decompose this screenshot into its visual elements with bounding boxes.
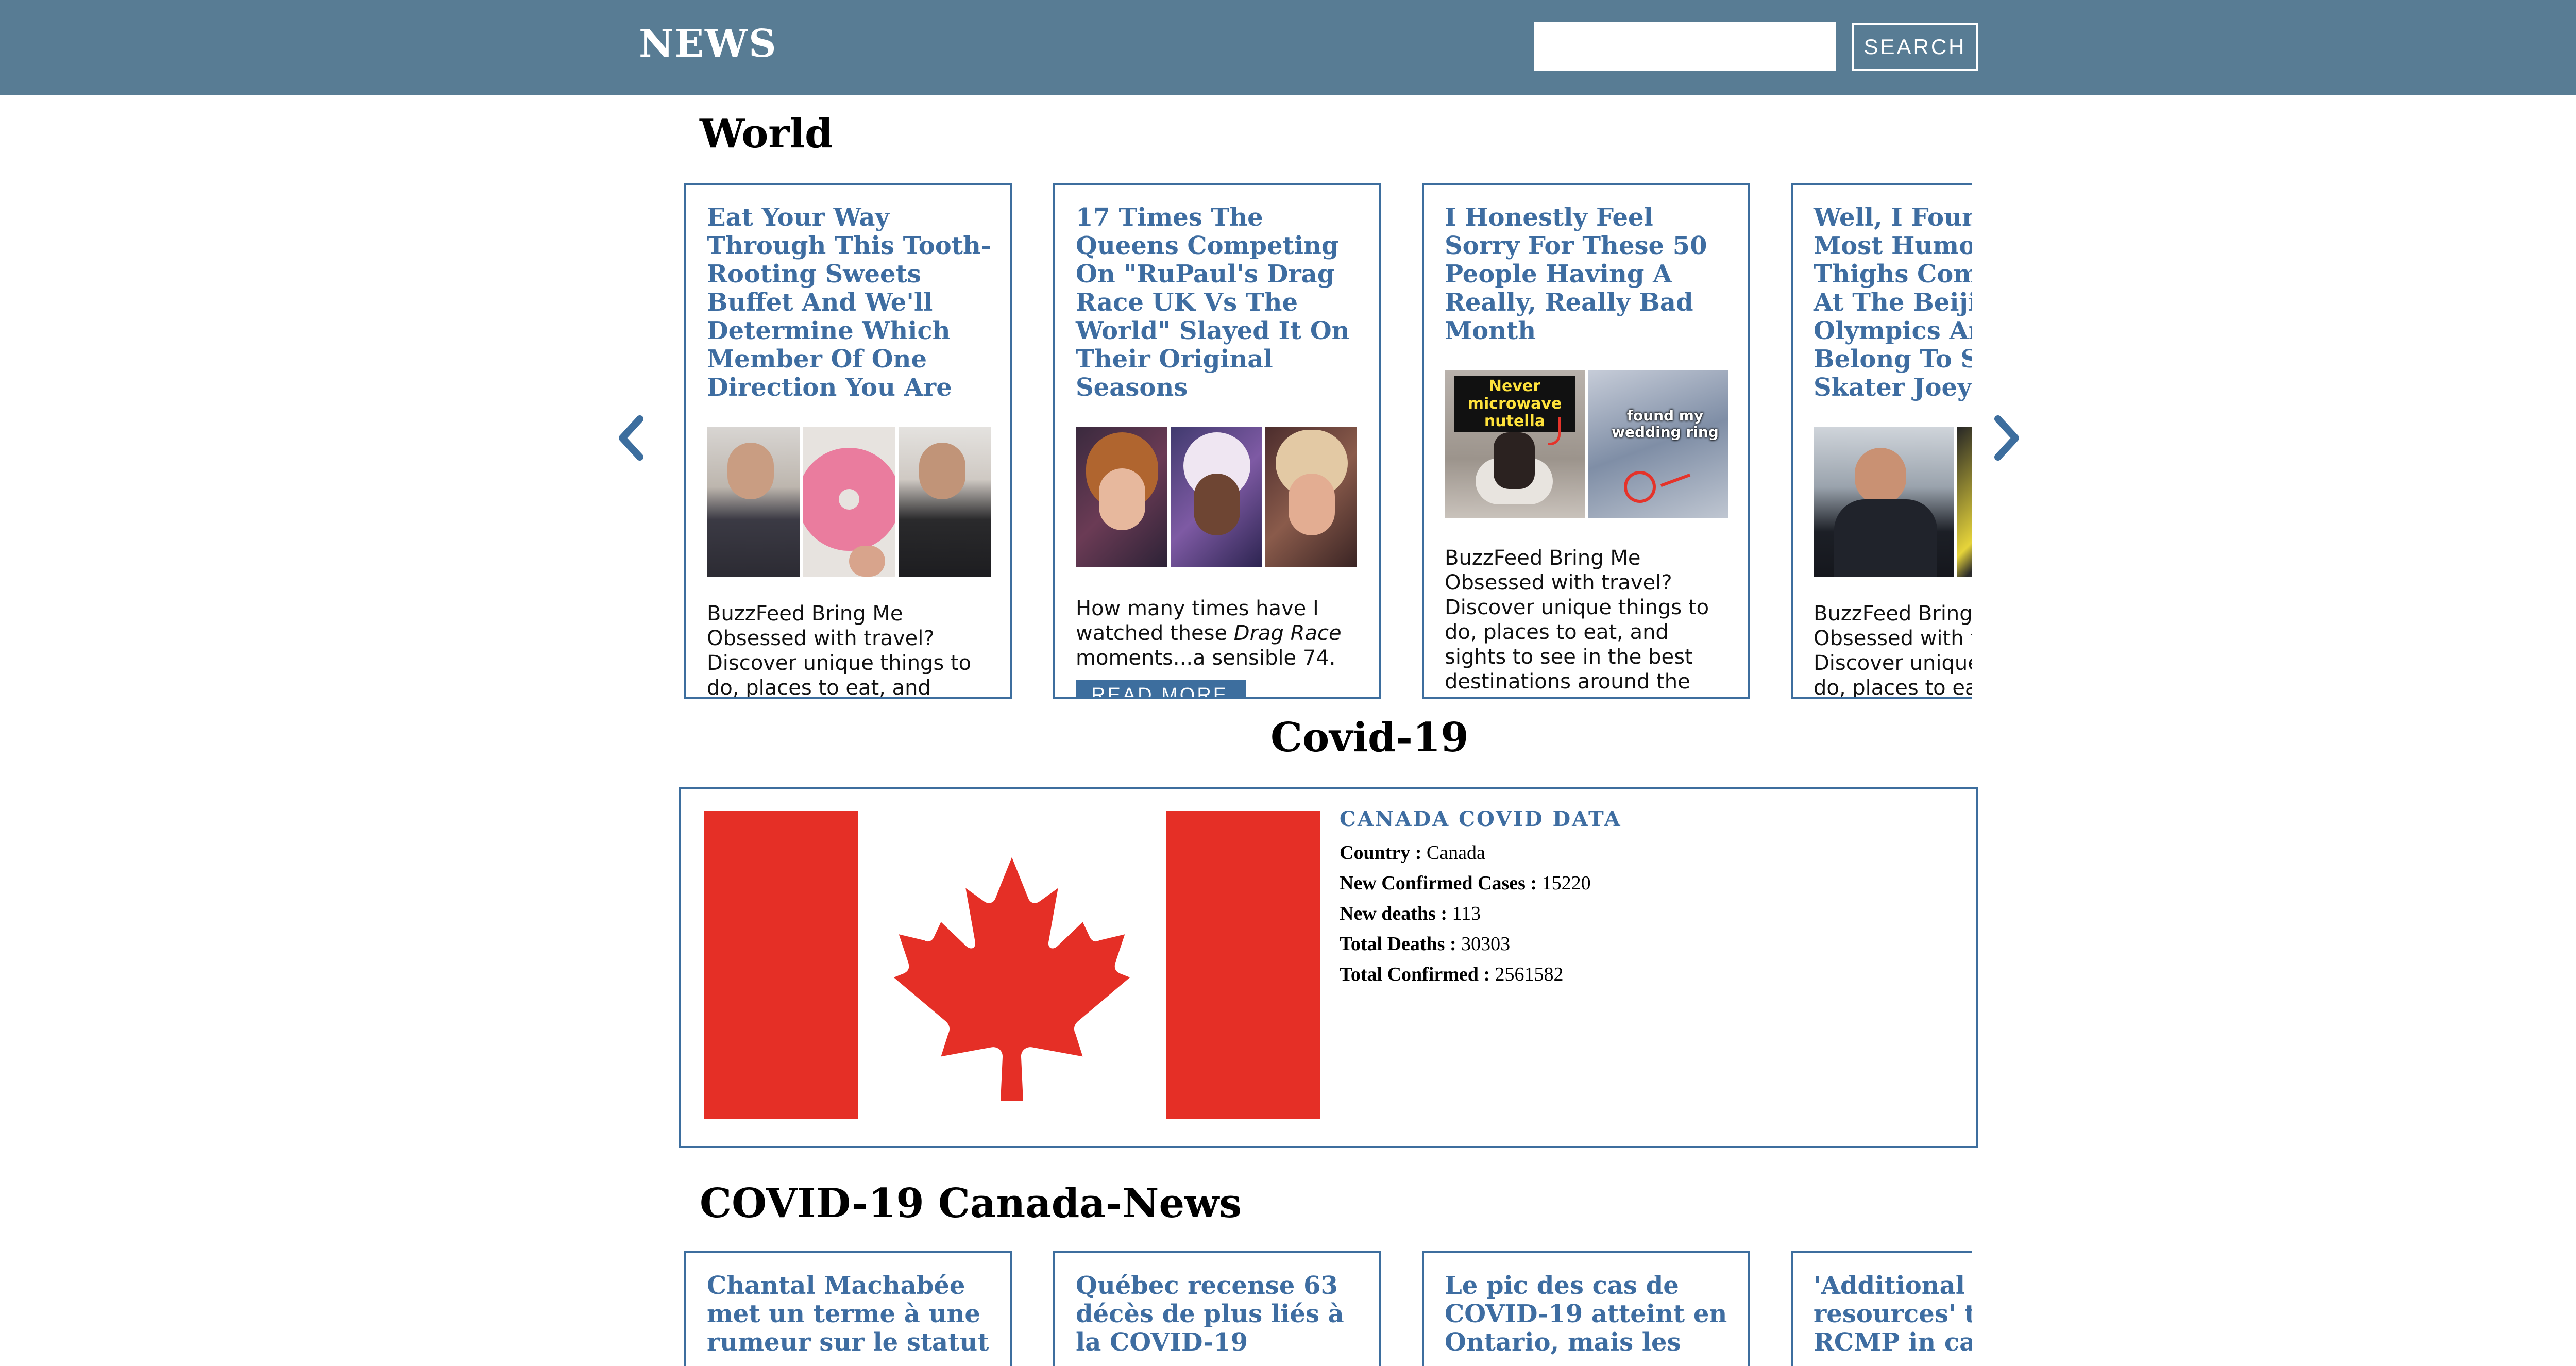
photo-drag-queen-2	[1171, 427, 1262, 567]
covid-row-country: Country : Canada	[1340, 842, 1485, 864]
chevron-left-icon	[619, 415, 643, 461]
photo-speed-skater	[1814, 427, 1954, 577]
article-image: Never microwave nutella found my wedding…	[1445, 370, 1728, 518]
photo-band-member	[899, 427, 991, 577]
photo-donut	[803, 427, 895, 577]
article-title[interactable]: Le pic des cas de COVID-19 atteint en On…	[1445, 1272, 1733, 1357]
covid-row-new-deaths: New deaths : 113	[1340, 903, 1481, 924]
article-card[interactable]: Well, I Found The Most Humongous Thighs …	[1791, 183, 1972, 699]
covid-data-card: CANADA COVID DATA Country : Canada New C…	[679, 787, 1978, 1148]
article-image	[1814, 427, 1972, 577]
article-card[interactable]: Québec recense 63 décès de plus liés à l…	[1053, 1251, 1381, 1366]
photo-drag-queen-1	[1076, 427, 1167, 567]
photo-speed-skater-2	[1957, 427, 1972, 577]
top-navbar: NEWS SEARCH	[0, 0, 2576, 95]
article-card[interactable]: 'Additional resources' taken by RCMP in …	[1791, 1251, 1972, 1366]
article-title[interactable]: 17 Times The Queens Competing On "RuPaul…	[1076, 204, 1364, 402]
site-logo[interactable]: NEWS	[639, 15, 777, 72]
carousel-next-button[interactable]	[1984, 410, 2030, 466]
article-card[interactable]: Eat Your Way Through This Tooth-Rooting …	[684, 183, 1012, 699]
photo-wedding-ring: found my wedding ring	[1588, 370, 1728, 518]
carousel-prev-button[interactable]	[608, 410, 654, 466]
covid-row-total-deaths: Total Deaths : 30303	[1340, 933, 1511, 955]
article-description: BuzzFeed Bring Me Obsessed with travel? …	[1814, 602, 1972, 699]
covid-info: CANADA COVID DATA Country : Canada New C…	[1340, 805, 1622, 990]
article-title[interactable]: Chantal Machabée met un terme à une rume…	[707, 1272, 995, 1357]
article-title[interactable]: Well, I Found The Most Humongous Thighs …	[1814, 204, 1972, 402]
photo-nutella: Never microwave nutella	[1445, 370, 1585, 518]
article-description: How many times have I watched these Drag…	[1076, 597, 1342, 670]
photo-band-members	[707, 427, 800, 577]
article-title[interactable]: I Honestly Feel Sorry For These 50 Peopl…	[1445, 204, 1733, 345]
canada-news-carousel: Chantal Machabée met un terme à une rume…	[684, 1251, 1972, 1366]
canada-flag-image	[704, 811, 1320, 1119]
article-title[interactable]: Eat Your Way Through This Tooth-Rooting …	[707, 204, 995, 402]
article-card[interactable]: Le pic des cas de COVID-19 atteint en On…	[1422, 1251, 1750, 1366]
chevron-right-icon	[1994, 415, 2019, 461]
article-image	[1076, 427, 1357, 567]
read-more-button[interactable]: READ MORE	[1076, 680, 1246, 697]
article-description: BuzzFeed Bring Me Obsessed with travel? …	[707, 602, 972, 699]
article-title[interactable]: Québec recense 63 décès de plus liés à l…	[1076, 1272, 1364, 1357]
world-section-title: World	[700, 110, 833, 157]
covid-row-new-confirmed: New Confirmed Cases : 15220	[1340, 872, 1591, 894]
article-image	[707, 427, 991, 577]
covid-row-total-confirmed: Total Confirmed : 2561582	[1340, 964, 1564, 985]
article-card[interactable]: I Honestly Feel Sorry For These 50 Peopl…	[1422, 183, 1750, 699]
image-caption: found my wedding ring	[1612, 407, 1719, 441]
photo-drag-queen-3	[1265, 427, 1357, 567]
search-button[interactable]: SEARCH	[1852, 23, 1978, 71]
covid-section-title: Covid-19	[1270, 714, 1469, 761]
search-input[interactable]	[1534, 22, 1836, 71]
world-carousel: Eat Your Way Through This Tooth-Rooting …	[684, 183, 1972, 699]
article-card[interactable]: Chantal Machabée met un terme à une rume…	[684, 1251, 1012, 1366]
article-description: BuzzFeed Bring Me Obsessed with travel? …	[1445, 546, 1709, 694]
covid-data-heading: CANADA COVID DATA	[1340, 807, 1622, 831]
article-card[interactable]: 17 Times The Queens Competing On "RuPaul…	[1053, 183, 1381, 699]
article-title[interactable]: 'Additional resources' taken by RCMP in …	[1814, 1272, 1972, 1357]
canada-news-section-title: COVID-19 Canada-News	[700, 1180, 1242, 1227]
